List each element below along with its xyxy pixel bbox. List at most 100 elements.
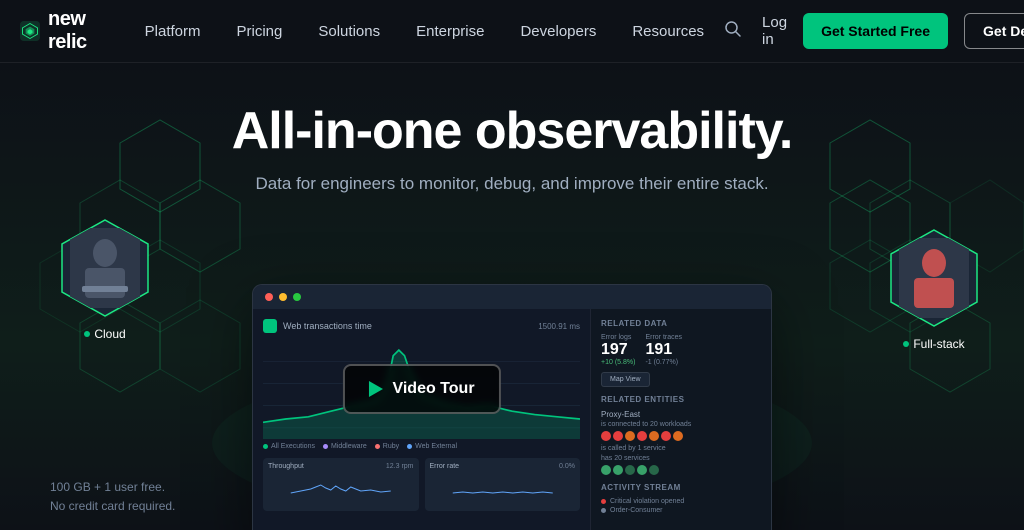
throughput-label: Throughput xyxy=(268,463,304,470)
activity-stream-title: Activity stream xyxy=(601,483,761,492)
related-entities-title: Related entities xyxy=(601,395,761,404)
fullstack-avatar-hex xyxy=(889,228,979,328)
cloud-label-text: Cloud xyxy=(94,327,125,341)
error-logs-metric: Error logs 197 +10 (5.8%) xyxy=(601,334,635,366)
avatar-cloud: Cloud xyxy=(60,218,150,341)
chart-value: 1500.91 ms xyxy=(538,322,580,331)
panel-logo-icon xyxy=(263,319,277,333)
error-traces-label: Error traces xyxy=(645,334,682,341)
activity-item-1: Critical violation opened xyxy=(601,498,761,505)
cloud-avatar-hex xyxy=(60,218,150,318)
nav-actions: Log in Get Started Free Get Demo xyxy=(720,13,1024,49)
related-data-title: Related data xyxy=(601,319,761,328)
related-entities-section: Related entities Proxy-East is connected… xyxy=(601,395,761,475)
circle-6 xyxy=(661,431,671,441)
svc-circle-5 xyxy=(649,465,659,475)
nav-developers[interactable]: Developers xyxy=(504,0,612,63)
dashboard-mockup: Web transactions time 1500.91 ms xyxy=(252,284,772,530)
search-icon[interactable] xyxy=(720,16,746,47)
activity-stream: Activity stream Critical violation opene… xyxy=(601,483,761,514)
circle-5 xyxy=(649,431,659,441)
window-min-dot xyxy=(279,293,287,301)
services-sub: has 20 services xyxy=(601,455,761,462)
activity-dot-2 xyxy=(601,508,606,513)
logo[interactable]: new relic xyxy=(20,8,99,54)
error-rate-value: 0.0% xyxy=(559,463,575,473)
circle-4 xyxy=(637,431,647,441)
activity-dot-1 xyxy=(601,499,606,504)
circle-7 xyxy=(673,431,683,441)
called-by-sub: is called by 1 service xyxy=(601,445,761,452)
label-dot-3 xyxy=(407,444,412,449)
avatar-fullstack: Full-stack xyxy=(889,228,979,351)
svc-circle-1 xyxy=(601,465,611,475)
circle-2 xyxy=(613,431,623,441)
get-demo-button[interactable]: Get Demo xyxy=(964,13,1024,49)
new-relic-logo-icon xyxy=(20,15,40,47)
chart-label-1: Middleware xyxy=(323,443,367,450)
label-dot-1 xyxy=(323,444,328,449)
video-tour-button[interactable]: Video Tour xyxy=(342,364,500,414)
cloud-label: Cloud xyxy=(60,327,150,341)
label-dot-0 xyxy=(263,444,268,449)
nav-pricing[interactable]: Pricing xyxy=(221,0,299,63)
hero-heading: All-in-one observability. xyxy=(232,103,793,160)
window-max-dot xyxy=(293,293,301,301)
navbar: new relic Platform Pricing Solutions Ent… xyxy=(0,0,1024,63)
hero-subtext: Data for engineers to monitor, debug, an… xyxy=(255,174,768,194)
panel-header: Web transactions time 1500.91 ms xyxy=(263,319,580,333)
error-logs-change: +10 (5.8%) xyxy=(601,359,635,366)
nav-enterprise[interactable]: Enterprise xyxy=(400,0,500,63)
error-traces-change: -1 (0.77%) xyxy=(645,359,682,366)
activity-item-2: Order-Consumer xyxy=(601,507,761,514)
svc-circle-4 xyxy=(637,465,647,475)
mini-charts-row: Throughput 12.3 rpm Error rate 0.0% xyxy=(263,458,580,511)
video-tour-label: Video Tour xyxy=(392,380,474,398)
throughput-chart: Throughput 12.3 rpm xyxy=(263,458,419,511)
right-panel: Related data Error logs 197 +10 (5.8%) E… xyxy=(591,309,771,530)
error-traces-metric: Error traces 191 -1 (0.77%) xyxy=(645,334,682,366)
window-titlebar xyxy=(253,285,771,309)
chart-label-2: Ruby xyxy=(375,443,399,450)
chart-labels: All Executions Middleware Ruby Web xyxy=(263,443,580,450)
play-icon xyxy=(368,381,382,397)
error-rate-chart: Error rate 0.0% xyxy=(425,458,581,511)
circle-3 xyxy=(625,431,635,441)
proxy-east-sub: is connected to 20 workloads xyxy=(601,421,761,428)
main-chart: Video Tour xyxy=(263,339,580,439)
error-logs-value: 197 xyxy=(601,341,635,359)
chart-label-3: Web External xyxy=(407,443,457,450)
svc-circle-3 xyxy=(625,465,635,475)
window-body: Web transactions time 1500.91 ms xyxy=(253,309,771,530)
throughput-value: 12.3 rpm xyxy=(386,463,414,473)
login-link[interactable]: Log in xyxy=(762,14,787,48)
footer-line-1: 100 GB + 1 user free. xyxy=(50,478,175,497)
get-started-button[interactable]: Get Started Free xyxy=(803,13,948,49)
nav-links: Platform Pricing Solutions Enterprise De… xyxy=(129,0,720,63)
fullstack-label: Full-stack xyxy=(889,337,979,351)
dashboard-window: Web transactions time 1500.91 ms xyxy=(252,284,772,530)
left-panel: Web transactions time 1500.91 ms xyxy=(253,309,591,530)
cloud-status-dot xyxy=(84,331,90,337)
nav-solutions[interactable]: Solutions xyxy=(302,0,396,63)
logo-text: new relic xyxy=(48,8,99,54)
svc-circle-2 xyxy=(613,465,623,475)
services-circles xyxy=(601,465,761,475)
hero-section: All-in-one observability. Data for engin… xyxy=(0,63,1024,530)
nav-resources[interactable]: Resources xyxy=(616,0,720,63)
fullstack-label-text: Full-stack xyxy=(913,337,964,351)
proxy-circles xyxy=(601,431,761,441)
window-close-dot xyxy=(265,293,273,301)
footer-note: 100 GB + 1 user free. No credit card req… xyxy=(50,478,175,516)
map-view-button[interactable]: Map View xyxy=(601,372,650,387)
fullstack-status-dot xyxy=(903,341,909,347)
error-logs-label: Error logs xyxy=(601,334,635,341)
error-traces-value: 191 xyxy=(645,341,682,359)
label-dot-2 xyxy=(375,444,380,449)
footer-line-2: No credit card required. xyxy=(50,497,175,516)
metrics-row: Error logs 197 +10 (5.8%) Error traces 1… xyxy=(601,334,761,366)
chart-title: Web transactions time xyxy=(283,321,372,331)
proxy-east-name: Proxy-East xyxy=(601,410,761,419)
nav-platform[interactable]: Platform xyxy=(129,0,217,63)
error-rate-label: Error rate xyxy=(430,463,460,470)
